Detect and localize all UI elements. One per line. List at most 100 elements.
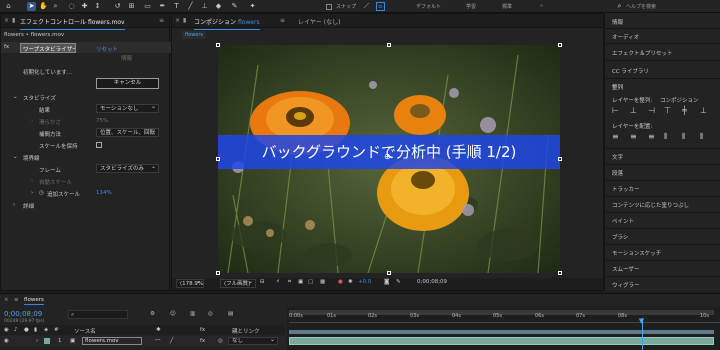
- borders-chevron-icon[interactable]: ⌄: [13, 154, 18, 160]
- distribute-bottom-icon[interactable]: ≡: [648, 132, 655, 141]
- transparency-icon[interactable]: ▦: [320, 279, 325, 285]
- panel-audio[interactable]: オーディオ: [612, 33, 639, 41]
- layer-handle-mr[interactable]: [558, 157, 562, 161]
- snap-checkbox[interactable]: [326, 4, 332, 10]
- layer-expand-icon[interactable]: ›: [36, 338, 38, 344]
- close-comp-tab-icon[interactable]: ×: [175, 17, 180, 24]
- close-tab-icon[interactable]: ×: [4, 17, 9, 24]
- panel-paint[interactable]: ペイント: [612, 217, 634, 225]
- shy-icon[interactable]: ☺: [170, 311, 176, 317]
- show-snapshot-icon[interactable]: ✎: [396, 279, 401, 285]
- distribute-top-icon[interactable]: ≡: [612, 132, 619, 141]
- viewer-timecode[interactable]: 0;00;08;09: [417, 279, 447, 285]
- auto-scale-chevron-icon[interactable]: ›: [31, 178, 33, 184]
- align-bottom-icon[interactable]: ⊥: [700, 106, 707, 115]
- panel-paragraph[interactable]: 段落: [612, 169, 623, 177]
- color-channels-icon[interactable]: ●: [338, 279, 343, 285]
- smoothness-chevron-icon[interactable]: ›: [31, 118, 33, 124]
- zoom-tool-icon[interactable]: ⌕: [51, 2, 60, 11]
- layer-handle-br[interactable]: [558, 271, 562, 275]
- mask-icon[interactable]: ▣: [298, 279, 303, 285]
- puppet-tool-icon[interactable]: ✦: [248, 2, 257, 11]
- tab-timeline-flowers[interactable]: flowers: [24, 297, 44, 303]
- fast-preview-icon[interactable]: ⚡: [276, 279, 280, 285]
- layer-bar[interactable]: [289, 337, 714, 345]
- anchor-point-icon[interactable]: ⊕: [384, 152, 391, 161]
- distribute-hcenter-icon[interactable]: ⦀: [682, 132, 686, 142]
- stabilize-chevron-icon[interactable]: ⌄: [13, 94, 18, 100]
- extra-scale-chevron-icon[interactable]: ›: [31, 190, 33, 196]
- panel-content-aware-fill[interactable]: コンテンツに応じた塗りつぶし: [612, 201, 689, 209]
- layer-handle-tr[interactable]: [558, 43, 562, 47]
- layer-fx-icon[interactable]: fx: [200, 338, 205, 344]
- lock-icon[interactable]: ▮: [12, 17, 15, 24]
- panel-info[interactable]: 情報: [612, 18, 623, 26]
- workspace-standard[interactable]: 標準: [502, 3, 512, 10]
- exposure-icon[interactable]: ✺: [348, 279, 353, 285]
- source-name-header[interactable]: ソース名: [74, 327, 96, 335]
- clone-stamp-icon[interactable]: ⊥: [200, 2, 209, 11]
- comp-work-area[interactable]: [289, 330, 714, 334]
- frame-blend-icon[interactable]: ▥: [190, 311, 195, 317]
- parent-header[interactable]: 親とリンク: [232, 327, 260, 335]
- anchor-tool-icon[interactable]: ⊞: [127, 2, 136, 11]
- roto-brush-icon[interactable]: ✎: [230, 2, 239, 11]
- panel-menu-icon[interactable]: ≡: [159, 17, 164, 24]
- workspace-more-icon[interactable]: »: [540, 3, 543, 9]
- timeline-menu-icon[interactable]: ≡: [14, 297, 19, 303]
- about-link[interactable]: 情報: [121, 54, 132, 62]
- panel-wiggler[interactable]: ウィグラー: [612, 281, 640, 289]
- draft-3d-icon[interactable]: ⚙: [150, 311, 155, 317]
- parent-pickwhip-icon[interactable]: ◎: [218, 338, 223, 344]
- pan-tool-icon[interactable]: ✚: [80, 2, 89, 11]
- layer-visibility-icon[interactable]: ◉: [4, 338, 9, 344]
- snap-grid-icon[interactable]: ⌗: [376, 2, 385, 11]
- layer-handle-bc[interactable]: [387, 271, 391, 275]
- dolly-tool-icon[interactable]: ↕: [93, 2, 102, 11]
- frame-dropdown[interactable]: スタビライズのみ: [96, 164, 159, 173]
- hand-tool-icon[interactable]: ✋: [39, 2, 48, 11]
- brush-tool-icon[interactable]: ╱: [186, 2, 195, 11]
- align-top-icon[interactable]: ⊤: [664, 106, 671, 115]
- smoothness-value[interactable]: 75%: [96, 118, 108, 124]
- result-dropdown[interactable]: モーションなし: [96, 104, 159, 113]
- layer-quality-icon[interactable]: ╱: [170, 338, 173, 344]
- panel-motion-sketch[interactable]: モーションスケッチ: [612, 249, 661, 257]
- type-tool-icon[interactable]: T: [172, 2, 181, 11]
- panel-align[interactable]: 整列: [612, 83, 623, 91]
- eraser-tool-icon[interactable]: ◆: [214, 2, 223, 11]
- snap-option-icon[interactable]: ⟋: [362, 2, 371, 11]
- stopwatch-icon[interactable]: ◷: [39, 190, 44, 196]
- layer-handle-ml[interactable]: [216, 157, 220, 161]
- panel-effects-presets[interactable]: エフェクト＆プリセット: [612, 49, 673, 57]
- comp-panel-menu-icon[interactable]: ≡: [280, 17, 285, 24]
- resolution-dropdown[interactable]: (フル画質): [220, 279, 256, 288]
- orbit-tool-icon[interactable]: ◌: [67, 2, 76, 11]
- rectangle-tool-icon[interactable]: ▭: [143, 2, 152, 11]
- tab-layer[interactable]: レイヤー (なし): [298, 17, 340, 26]
- parent-dropdown[interactable]: なし: [228, 337, 278, 345]
- exposure-value[interactable]: +0.0: [358, 279, 371, 285]
- layer-collapse-icon[interactable]: ⌒: [155, 338, 161, 346]
- panel-character[interactable]: 文字: [612, 153, 623, 161]
- snapshot-icon[interactable]: ◙: [384, 279, 389, 285]
- grid-icon[interactable]: ⌗: [288, 279, 291, 286]
- zoom-dropdown[interactable]: (178.9%): [176, 279, 204, 288]
- layer-handle-tl[interactable]: [216, 43, 220, 47]
- comp-name-chip[interactable]: flowers: [182, 31, 207, 39]
- graph-editor-icon[interactable]: ▤: [228, 311, 233, 317]
- layer-handle-bl[interactable]: [216, 271, 220, 275]
- workspace-learn[interactable]: 学習: [466, 3, 476, 10]
- layer-label-color[interactable]: [44, 338, 50, 344]
- cancel-button[interactable]: キャンセル: [96, 78, 159, 89]
- comp-lock-icon[interactable]: ▮: [183, 17, 186, 24]
- fx-badge[interactable]: fx: [4, 44, 9, 50]
- selection-tool-icon[interactable]: ➤: [27, 2, 36, 11]
- fit-icon[interactable]: ⊟: [260, 279, 265, 285]
- distribute-left-icon[interactable]: ⦀: [664, 132, 668, 142]
- timeline-timecode[interactable]: 0;00;08;09: [4, 310, 42, 318]
- playhead-handle-icon[interactable]: ▼: [639, 317, 644, 325]
- region-icon[interactable]: ▢: [308, 279, 313, 285]
- panel-brushes[interactable]: ブラシ: [612, 233, 628, 241]
- layer-handle-tc[interactable]: [387, 43, 391, 47]
